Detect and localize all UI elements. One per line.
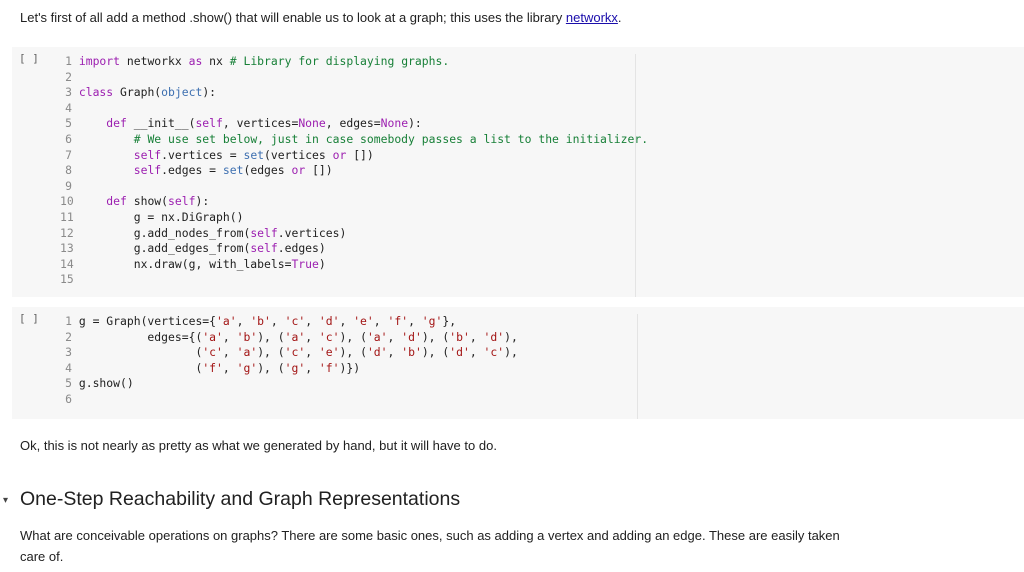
line-number: 13 xyxy=(60,241,74,256)
collapse-section-icon[interactable]: ▾ xyxy=(3,495,8,506)
line-number: 4 xyxy=(65,100,72,115)
code-line[interactable]: 8 self.edges = set(edges or []) xyxy=(60,163,333,179)
code-line[interactable]: 4 xyxy=(60,101,79,117)
code-text[interactable]: g.show() xyxy=(72,376,134,392)
code-text[interactable]: class Graph(object): xyxy=(72,85,216,101)
intro-text: Let's first of all add a method .show() … xyxy=(20,7,622,28)
line-number: 6 xyxy=(65,392,72,406)
code-text[interactable]: ('f', 'g'), ('g', 'f')}) xyxy=(72,361,360,377)
code-line[interactable]: 1 g = Graph(vertices={'a', 'b', 'c', 'd'… xyxy=(60,314,456,330)
code-text[interactable]: ('c', 'a'), ('c', 'e'), ('d', 'b'), ('d'… xyxy=(72,345,517,361)
code-editor[interactable]: 1 g = Graph(vertices={'a', 'b', 'c', 'd'… xyxy=(60,314,638,419)
line-number: 3 xyxy=(65,85,72,100)
code-text[interactable]: # We use set below, just in case somebod… xyxy=(72,132,648,148)
code-text[interactable]: def show(self): xyxy=(72,194,209,210)
code-line[interactable]: 5 def __init__(self, vertices=None, edge… xyxy=(60,116,422,132)
line-number: 1 xyxy=(65,314,72,328)
code-text[interactable]: edges={('a', 'b'), ('a', 'c'), ('a', 'd'… xyxy=(72,330,517,346)
line-number: 10 xyxy=(60,194,74,209)
line-number: 2 xyxy=(65,329,72,344)
line-number: 6 xyxy=(65,132,72,146)
line-number: 12 xyxy=(60,225,74,240)
code-line[interactable]: 4 ('f', 'g'), ('g', 'f')}) xyxy=(60,361,360,377)
code-text[interactable]: self.vertices = set(vertices or []) xyxy=(72,148,374,164)
line-number: 2 xyxy=(65,69,72,84)
run-cell-button[interactable]: [ ] xyxy=(19,52,39,65)
code-line[interactable]: 1 import networkx as nx # Library for di… xyxy=(60,54,449,70)
line-number: 9 xyxy=(65,178,72,193)
line-number: 11 xyxy=(60,210,74,224)
line-number: 4 xyxy=(65,360,72,375)
code-line[interactable]: 7 self.vertices = set(vertices or []) xyxy=(60,148,374,164)
line-number: 8 xyxy=(65,163,72,178)
code-line[interactable]: 12 g.add_nodes_from(self.vertices) xyxy=(60,226,346,242)
code-text[interactable]: import networkx as nx # Library for disp… xyxy=(72,54,449,70)
line-number: 14 xyxy=(60,256,74,271)
line-number: 15 xyxy=(60,272,74,287)
code-line[interactable]: 15 xyxy=(60,272,79,288)
run-cell-button[interactable]: [ ] xyxy=(19,312,39,325)
networkx-link[interactable]: networkx xyxy=(566,10,618,25)
code-line[interactable]: 10 def show(self): xyxy=(60,194,209,210)
code-line[interactable]: 9 xyxy=(60,179,79,195)
code-line[interactable]: 6 # We use set below, just in case someb… xyxy=(60,132,648,148)
intro-text-before: Let's first of all add a method .show() … xyxy=(20,10,566,25)
code-text[interactable] xyxy=(72,272,79,288)
code-text[interactable] xyxy=(72,179,79,195)
line-number: 3 xyxy=(65,345,72,360)
section-heading: One-Step Reachability and Graph Represen… xyxy=(20,488,461,510)
line-number: 5 xyxy=(65,116,72,131)
code-text[interactable]: self.edges = set(edges or []) xyxy=(72,163,333,179)
intro-text-after: . xyxy=(617,10,622,25)
code-text[interactable] xyxy=(72,101,79,117)
code-text[interactable]: g = Graph(vertices={'a', 'b', 'c', 'd', … xyxy=(72,314,456,330)
code-text[interactable]: g = nx.DiGraph() xyxy=(72,210,244,226)
code-text[interactable]: g.add_edges_from(self.edges) xyxy=(72,241,326,257)
code-cell-graph-show[interactable]: [ ] 1 g = Graph(vertices={'a', 'b', 'c',… xyxy=(12,307,1024,419)
code-line[interactable]: 11 g = nx.DiGraph() xyxy=(60,210,243,226)
code-line[interactable]: 2 edges={('a', 'b'), ('a', 'c'), ('a', '… xyxy=(60,330,518,346)
code-text[interactable]: def __init__(self, vertices=None, edges=… xyxy=(72,116,422,132)
code-text[interactable] xyxy=(72,392,79,408)
code-cell-graph-class[interactable]: [ ] 1 import networkx as nx # Library fo… xyxy=(12,47,1024,297)
code-line[interactable]: 5 g.show() xyxy=(60,376,134,392)
section-paragraph: What are conceivable operations on graph… xyxy=(20,528,840,564)
line-number: 5 xyxy=(65,376,72,391)
code-line[interactable]: 3 ('c', 'a'), ('c', 'e'), ('d', 'b'), ('… xyxy=(60,345,518,361)
code-line[interactable]: 6 xyxy=(60,392,79,408)
code-text[interactable] xyxy=(72,70,79,86)
code-line[interactable]: 2 xyxy=(60,70,79,86)
code-line[interactable]: 14 nx.draw(g, with_labels=True) xyxy=(60,257,326,273)
line-number: 7 xyxy=(65,147,72,162)
code-line[interactable]: 3 class Graph(object): xyxy=(60,85,216,101)
line-number: 1 xyxy=(65,54,72,68)
code-text[interactable]: g.add_nodes_from(self.vertices) xyxy=(72,226,347,242)
outro-text: Ok, this is not nearly as pretty as what… xyxy=(20,438,497,453)
code-line[interactable]: 13 g.add_edges_from(self.edges) xyxy=(60,241,326,257)
code-text[interactable]: nx.draw(g, with_labels=True) xyxy=(72,257,326,273)
code-editor[interactable]: 1 import networkx as nx # Library for di… xyxy=(60,54,648,297)
